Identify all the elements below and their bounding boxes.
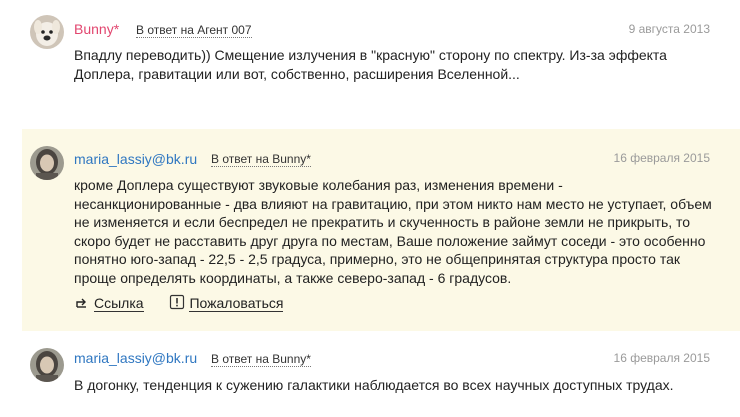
woman-avatar-icon[interactable]	[30, 146, 64, 180]
report-icon	[169, 294, 185, 313]
comment-text: кроме Доплера существуют звуковые колеба…	[74, 177, 712, 286]
comment-author[interactable]: maria_lassiy@bk.ru	[74, 151, 197, 167]
comment-date: 16 февраля 2015	[613, 351, 710, 365]
link-action[interactable]: Ссылка	[74, 294, 144, 313]
link-label[interactable]: Ссылка	[94, 295, 144, 312]
comment-actions: Ссылка Пожаловаться	[74, 294, 305, 313]
report-label[interactable]: Пожаловаться	[189, 295, 284, 312]
reply-to-link[interactable]: В ответ на Bunny*	[211, 152, 311, 167]
comment-author[interactable]: maria_lassiy@bk.ru	[74, 350, 197, 366]
comment-date: 9 августа 2013	[628, 22, 710, 36]
share-link-icon	[74, 294, 90, 313]
comment-3: maria_lassiy@bk.ru В ответ на Bunny* 16 …	[22, 340, 740, 417]
comment-1: Bunny* В ответ на Агент 007 9 августа 20…	[22, 0, 740, 120]
reply-to-link[interactable]: В ответ на Агент 007	[136, 23, 252, 38]
comment-text: Впадлу переводить)) Смещение излучения в…	[74, 47, 667, 82]
comment-author[interactable]: Bunny*	[74, 21, 119, 37]
reply-to-link[interactable]: В ответ на Bunny*	[211, 352, 311, 367]
comment-text: В догонку, тенденция к сужению галактики…	[74, 377, 674, 393]
woman-avatar-icon[interactable]	[30, 348, 64, 382]
dog-avatar-icon[interactable]	[30, 15, 64, 49]
report-action[interactable]: Пожаловаться	[169, 294, 284, 313]
comment-date: 16 февраля 2015	[613, 151, 710, 165]
comment-2: maria_lassiy@bk.ru В ответ на Bunny* 16 …	[22, 129, 740, 331]
